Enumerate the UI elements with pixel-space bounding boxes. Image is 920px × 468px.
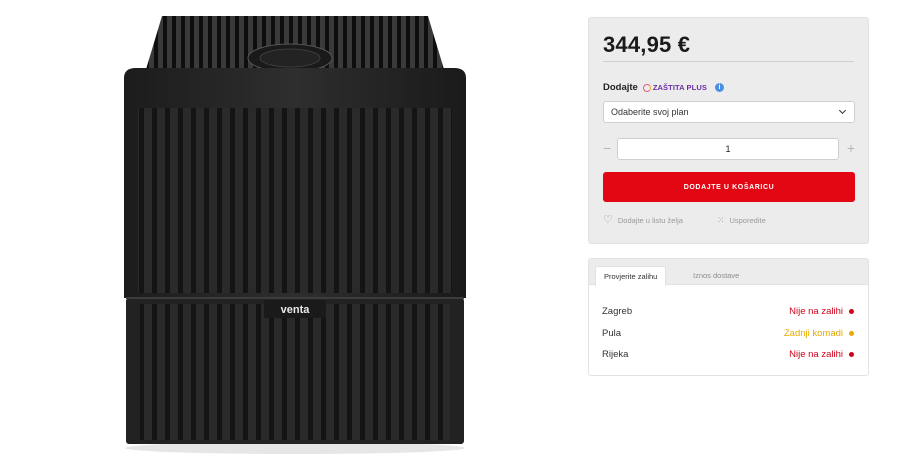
stock-city: Rijeka xyxy=(602,349,629,361)
stock-status: Nije na zalihi xyxy=(789,306,854,317)
quantity-stepper: − 1 + xyxy=(603,138,855,160)
divider xyxy=(603,61,854,62)
secondary-actions: ♡ Dodajte u listu želja ⁙ Usporedite xyxy=(603,215,766,226)
stock-status-dot xyxy=(849,309,854,315)
protection-brand: ZAŠTITA PLUS xyxy=(642,83,707,92)
product-image: venta xyxy=(100,8,490,458)
stock-panel: Provjerite zalihu Iznos dostave Zagreb N… xyxy=(588,258,869,376)
humidifier-illustration: venta xyxy=(124,16,466,454)
compare-link[interactable]: Usporedite xyxy=(729,216,765,225)
plan-select-value: Odaberite svoj plan xyxy=(611,107,689,117)
stock-list: Zagreb Nije na zalihi Pula Zadnji komadi… xyxy=(602,301,854,366)
quantity-decrease-button[interactable]: − xyxy=(603,140,611,156)
add-to-cart-button[interactable]: DODAJTE U KOŠARICU xyxy=(603,172,855,202)
stock-status: Nije na zalihi xyxy=(789,349,854,360)
stock-status-text: Nije na zalihi xyxy=(789,349,843,361)
product-price: 344,95 € xyxy=(603,32,691,57)
heart-icon[interactable]: ♡ xyxy=(603,215,613,226)
stock-city: Zagreb xyxy=(602,306,633,318)
tab-check-stock[interactable]: Provjerite zalihu xyxy=(595,266,667,286)
protection-ring-icon xyxy=(642,83,651,92)
stock-status-text: Zadnji komadi xyxy=(783,327,843,339)
purchase-panel: 344,95 € Dodajte ZAŠTITA PLUS i Odaberit… xyxy=(588,17,869,244)
stock-status-text: Nije na zalihi xyxy=(789,306,843,318)
stock-city: Pula xyxy=(602,327,622,339)
tab-shipping-cost[interactable]: Iznos dostave xyxy=(685,266,747,285)
stock-status-dot xyxy=(849,352,854,358)
info-icon[interactable]: i xyxy=(714,83,724,92)
stock-status-dot xyxy=(849,330,854,336)
product-page: venta 344,95 € Dodajte ZAŠTITA PLUS i Od… xyxy=(0,0,920,468)
chevron-down-icon xyxy=(838,106,847,115)
stock-row: Pula Zadnji komadi xyxy=(602,323,854,345)
wishlist-link[interactable]: Dodajte u listu želja xyxy=(618,216,683,225)
protection-label: Dodajte xyxy=(603,82,638,93)
protection-plan-select[interactable]: Odaberite svoj plan xyxy=(603,101,855,123)
stock-row: Rijeka Nije na zalihi xyxy=(602,344,854,366)
stock-status: Zadnji komadi xyxy=(784,328,854,339)
quantity-increase-button[interactable]: + xyxy=(847,140,855,156)
stock-row: Zagreb Nije na zalihi xyxy=(602,301,854,323)
brand-logo: venta xyxy=(281,304,311,316)
protection-row: Dodajte ZAŠTITA PLUS i xyxy=(603,82,724,93)
stock-tabs: Provjerite zalihu Iznos dostave xyxy=(589,259,868,286)
compare-icon[interactable]: ⁙ xyxy=(717,215,725,226)
quantity-input[interactable]: 1 xyxy=(617,138,839,160)
protection-brand-text: ZAŠTITA PLUS xyxy=(652,83,707,92)
